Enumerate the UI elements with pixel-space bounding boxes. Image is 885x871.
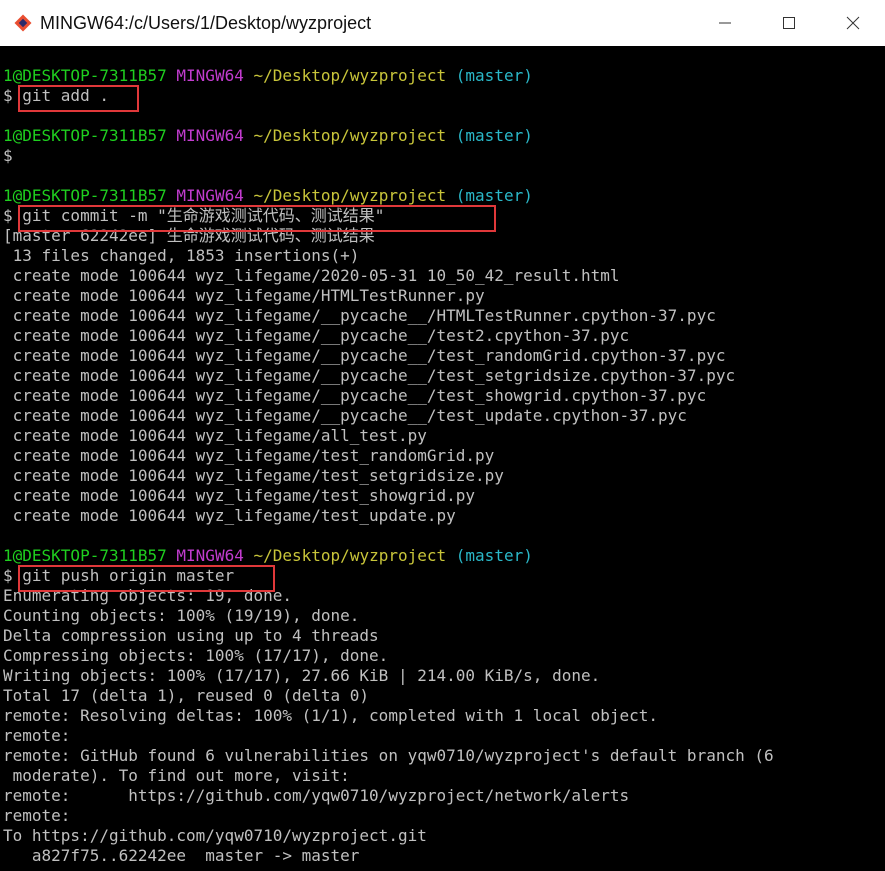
commit-output-line: create mode 100644 wyz_lifegame/__pycach…	[3, 346, 726, 365]
commit-output-line: create mode 100644 wyz_lifegame/test_set…	[3, 466, 504, 485]
commit-output-line: create mode 100644 wyz_lifegame/test_ran…	[3, 446, 495, 465]
push-output-line: Total 17 (delta 1), reused 0 (delta 0)	[3, 686, 370, 705]
push-output-line: To https://github.com/yqw0710/wyzproject…	[3, 826, 427, 845]
prompt-env: MINGW64	[176, 66, 244, 85]
push-output-line: Compressing objects: 100% (17/17), done.	[3, 646, 389, 665]
prompt-path: ~/Desktop/wyzproject	[253, 126, 447, 145]
commit-output-line: create mode 100644 wyz_lifegame/__pycach…	[3, 406, 687, 425]
prompt-path: ~/Desktop/wyzproject	[253, 66, 447, 85]
title-bar[interactable]: MINGW64:/c/Users/1/Desktop/wyzproject	[0, 0, 885, 46]
maximize-icon	[783, 17, 795, 29]
push-output-line: remote:	[3, 726, 71, 745]
push-output-line: Counting objects: 100% (19/19), done.	[3, 606, 360, 625]
git-bash-icon	[12, 12, 34, 34]
prompt-user: 1@DESKTOP-7311B57	[3, 66, 167, 85]
commit-output-line: 13 files changed, 1853 insertions(+)	[3, 246, 360, 265]
prompt-line: 1@DESKTOP-7311B57 MINGW64 ~/Desktop/wyzp…	[3, 126, 885, 146]
push-output-line: Writing objects: 100% (17/17), 27.66 KiB…	[3, 666, 601, 685]
push-output-line: remote: GitHub found 6 vulnerabilities o…	[3, 746, 774, 765]
prompt-env: MINGW64	[176, 546, 244, 565]
commit-output-line: create mode 100644 wyz_lifegame/__pycach…	[3, 326, 630, 345]
prompt-env: MINGW64	[176, 186, 244, 205]
commit-output-line: create mode 100644 wyz_lifegame/all_test…	[3, 426, 427, 445]
close-button[interactable]	[821, 0, 885, 46]
commit-output-line: create mode 100644 wyz_lifegame/test_upd…	[3, 506, 456, 525]
highlight-box-git-commit	[18, 205, 496, 232]
prompt-path: ~/Desktop/wyzproject	[253, 186, 447, 205]
prompt-path: ~/Desktop/wyzproject	[253, 546, 447, 565]
window-title: MINGW64:/c/Users/1/Desktop/wyzproject	[40, 12, 372, 33]
prompt-env: MINGW64	[176, 126, 244, 145]
highlight-box-git-add	[18, 85, 139, 112]
commit-output-line: create mode 100644 wyz_lifegame/2020-05-…	[3, 266, 620, 285]
push-output-line: Delta compression using up to 4 threads	[3, 626, 379, 645]
terminal-window[interactable]: MINGW64:/c/Users/1/Desktop/wyzproject 1@…	[0, 0, 885, 871]
prompt-line: 1@DESKTOP-7311B57 MINGW64 ~/Desktop/wyzp…	[3, 66, 885, 86]
commit-output-line: create mode 100644 wyz_lifegame/__pycach…	[3, 386, 707, 405]
commit-output-line: create mode 100644 wyz_lifegame/__pycach…	[3, 306, 716, 325]
push-output-line: remote: https://github.com/yqw0710/wyzpr…	[3, 786, 630, 805]
commit-output-line: create mode 100644 wyz_lifegame/test_sho…	[3, 486, 476, 505]
prompt-user: 1@DESKTOP-7311B57	[3, 186, 167, 205]
prompt-branch: (master)	[455, 546, 533, 565]
command-empty: $	[3, 146, 13, 165]
push-output-line: remote: Resolving deltas: 100% (1/1), co…	[3, 706, 659, 725]
prompt-user: 1@DESKTOP-7311B57	[3, 546, 167, 565]
prompt-branch: (master)	[455, 186, 533, 205]
maximize-button[interactable]	[757, 0, 821, 46]
push-output-line: remote:	[3, 806, 71, 825]
highlight-box-git-push	[18, 565, 275, 592]
terminal-output[interactable]: 1@DESKTOP-7311B57 MINGW64 ~/Desktop/wyzp…	[3, 66, 885, 866]
minimize-button[interactable]	[693, 0, 757, 46]
prompt-line: 1@DESKTOP-7311B57 MINGW64 ~/Desktop/wyzp…	[3, 546, 885, 566]
commit-output-line: create mode 100644 wyz_lifegame/__pycach…	[3, 366, 736, 385]
commit-output-line: create mode 100644 wyz_lifegame/HTMLTest…	[3, 286, 485, 305]
push-output-line: moderate). To find out more, visit:	[3, 766, 350, 785]
prompt-line: 1@DESKTOP-7311B57 MINGW64 ~/Desktop/wyzp…	[3, 186, 885, 206]
prompt-user: 1@DESKTOP-7311B57	[3, 126, 167, 145]
prompt-branch: (master)	[455, 126, 533, 145]
push-output-line: a827f75..62242ee master -> master	[3, 846, 360, 865]
minimize-icon	[719, 22, 731, 24]
close-icon	[846, 16, 860, 30]
prompt-branch: (master)	[455, 66, 533, 85]
